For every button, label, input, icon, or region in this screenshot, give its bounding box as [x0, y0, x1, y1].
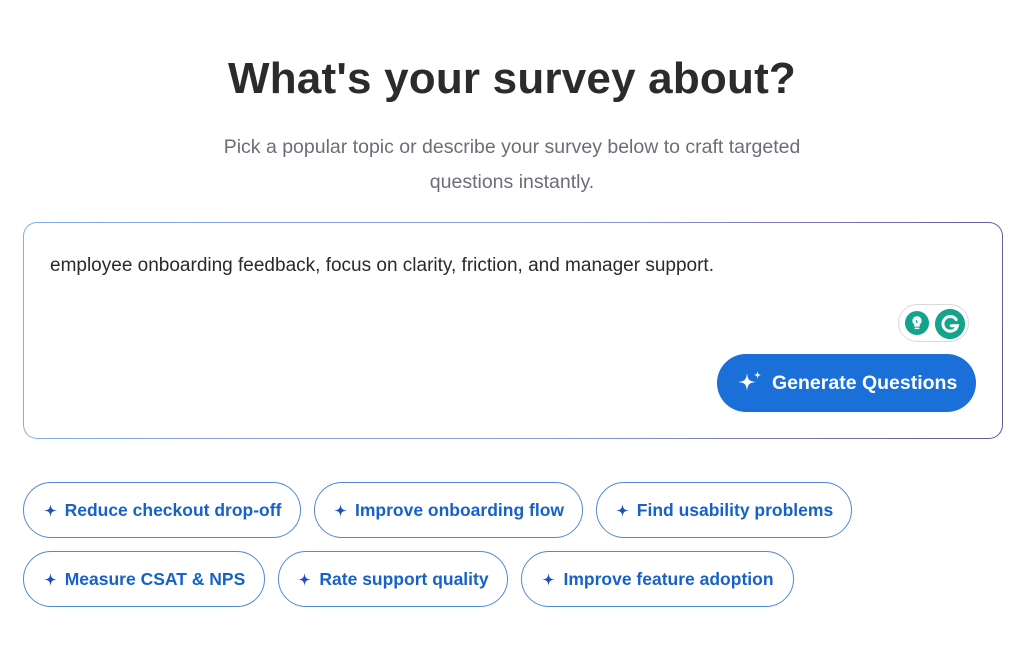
- suggestion-chip-label: Measure CSAT & NPS: [64, 568, 246, 589]
- sparkle-icon: [615, 503, 629, 517]
- suggestion-chip-rate-support[interactable]: Rate support quality: [278, 551, 508, 607]
- page-title: What's your survey about?: [228, 54, 796, 103]
- subtitle-line-2: questions instantly.: [429, 171, 595, 193]
- sparkle-icon: [298, 572, 312, 586]
- suggestion-chip-reduce-checkout[interactable]: Reduce checkout drop-off: [23, 482, 301, 538]
- sparkle-icon: [333, 503, 348, 517]
- survey-topic-page: What's your survey about? Pick a popular…: [0, 0, 1024, 653]
- suggestion-chip-feature-adoption[interactable]: Improve feature adoption: [521, 551, 794, 607]
- lightbulb-icon[interactable]: [905, 311, 929, 335]
- sparkle-icon: [542, 572, 556, 586]
- suggestion-chip-find-usability[interactable]: Find usability problems: [596, 482, 852, 538]
- sparkle-icon: [43, 572, 57, 586]
- suggestion-chip-measure-csat[interactable]: Measure CSAT & NPS: [23, 551, 265, 607]
- writing-assistant-widget[interactable]: [898, 304, 969, 342]
- suggestion-chip-label: Improve onboarding flow: [354, 499, 565, 520]
- suggestion-chip-label: Rate support quality: [319, 568, 489, 589]
- survey-prompt-text[interactable]: employee onboarding feedback, focus on c…: [50, 255, 714, 277]
- survey-prompt-input[interactable]: employee onboarding feedback, focus on c…: [23, 222, 1003, 439]
- generate-questions-label: Generate Questions: [772, 371, 958, 394]
- suggestion-chip-label: Find usability problems: [636, 499, 834, 520]
- generate-questions-button[interactable]: Generate Questions: [717, 354, 976, 412]
- grammarly-icon[interactable]: [935, 309, 965, 339]
- suggestion-chip-improve-onboarding[interactable]: Improve onboarding flow: [314, 482, 583, 538]
- sparkle-icon: [738, 371, 762, 391]
- page-subtitle: Pick a popular topic or describe your su…: [187, 130, 837, 200]
- subtitle-line-1: Pick a popular topic or describe your su…: [223, 136, 801, 158]
- suggestion-chip-label: Improve feature adoption: [563, 568, 774, 589]
- sparkle-icon: [43, 503, 57, 517]
- suggestion-chip-label: Reduce checkout drop-off: [64, 499, 282, 520]
